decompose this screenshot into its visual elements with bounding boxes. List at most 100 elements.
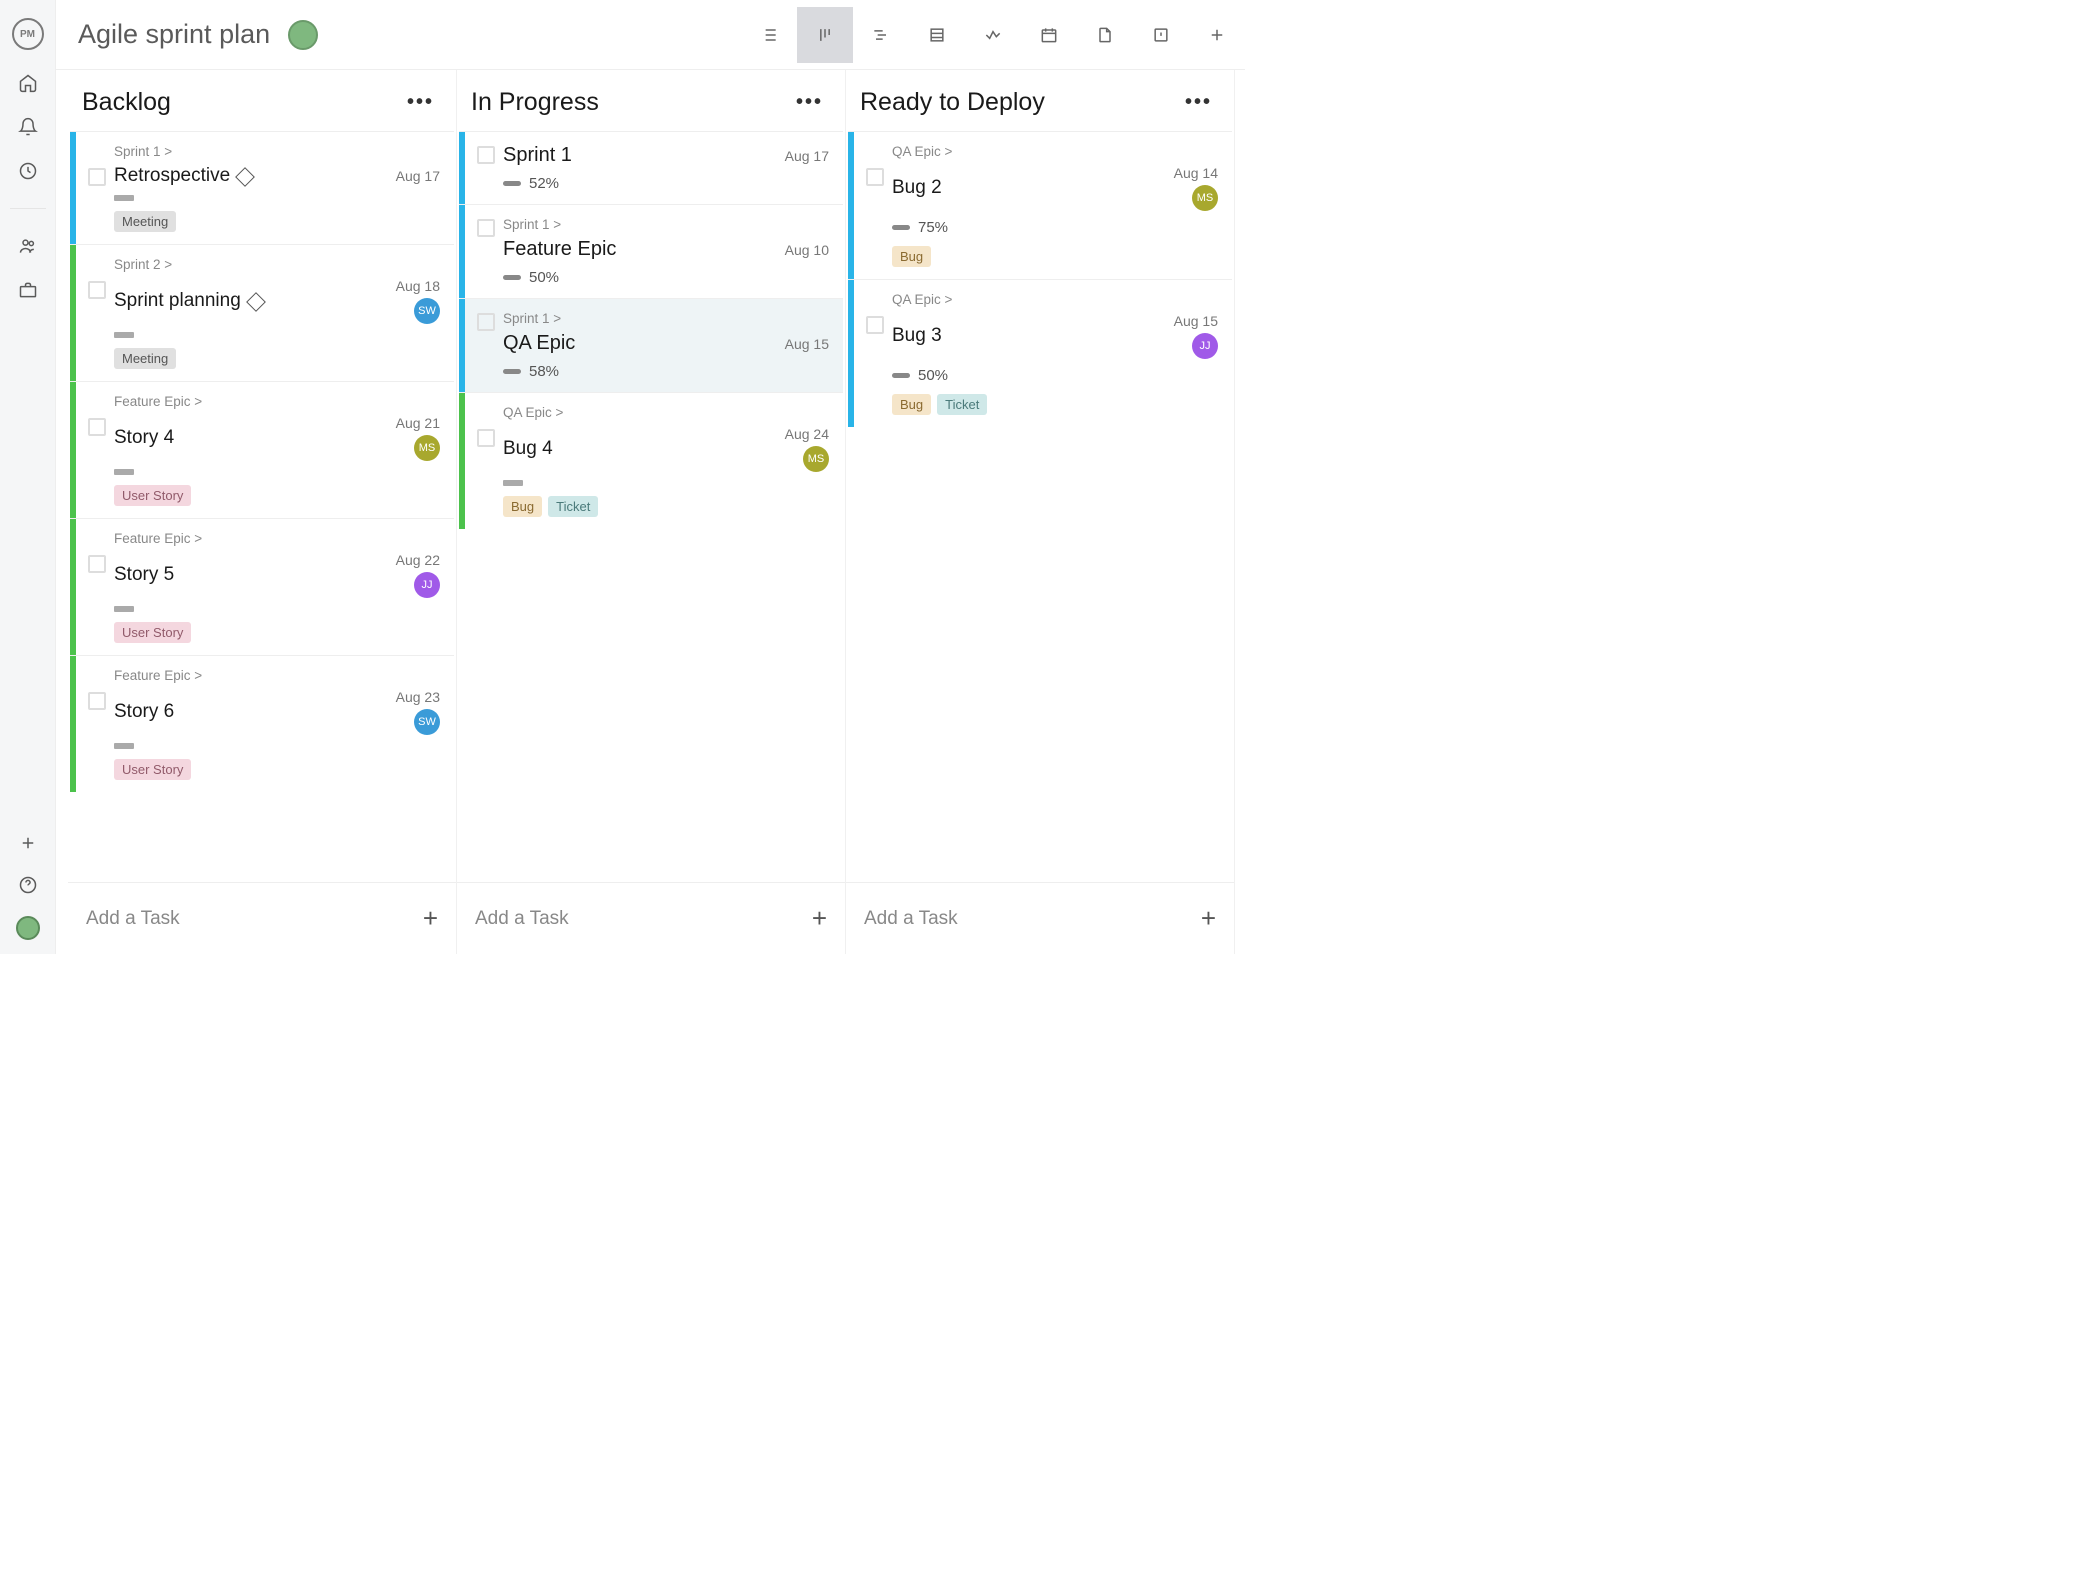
risks-view-icon[interactable] xyxy=(1133,7,1189,63)
task-title: Story 4 xyxy=(114,427,174,449)
task-checkbox[interactable] xyxy=(88,168,106,186)
task-card[interactable]: Sprint 1 >QA EpicAug 1558% xyxy=(459,298,843,392)
tag[interactable]: Ticket xyxy=(937,394,987,415)
task-title: Sprint 1 xyxy=(503,144,572,167)
tag[interactable]: User Story xyxy=(114,759,191,780)
task-card[interactable]: QA Epic >Bug 2Aug 14MS75%Bug xyxy=(848,131,1232,279)
assignee-avatar[interactable]: JJ xyxy=(1192,333,1218,359)
due-date: Aug 15 xyxy=(785,336,829,352)
due-date: Aug 10 xyxy=(785,242,829,258)
priority-bar xyxy=(114,332,134,338)
priority-bar xyxy=(114,469,134,475)
add-task-button[interactable]: Add a Task + xyxy=(68,882,456,954)
user-avatar[interactable] xyxy=(16,916,40,940)
board-view-icon[interactable] xyxy=(797,7,853,63)
progress-bar xyxy=(503,369,521,374)
task-card[interactable]: Sprint 1 >Feature EpicAug 1050% xyxy=(459,204,843,298)
breadcrumb: Sprint 1 > xyxy=(114,144,440,159)
breadcrumb: QA Epic > xyxy=(892,292,1218,307)
task-checkbox[interactable] xyxy=(477,146,495,164)
breadcrumb: Sprint 1 > xyxy=(503,311,829,326)
assignee-avatar[interactable]: SW xyxy=(414,709,440,735)
assignee-avatar[interactable]: MS xyxy=(414,435,440,461)
tag[interactable]: Bug xyxy=(503,496,542,517)
add-task-button[interactable]: Add a Task+ xyxy=(846,882,1234,954)
column-menu[interactable]: ••• xyxy=(407,91,434,114)
progress-percent: 50% xyxy=(529,269,559,286)
add-view-icon[interactable] xyxy=(1189,7,1245,63)
task-card[interactable]: Sprint 2 >Sprint planningAug 18SWMeeting xyxy=(70,244,454,381)
gantt-view-icon[interactable] xyxy=(853,7,909,63)
milestone-icon xyxy=(246,292,266,312)
task-checkbox[interactable] xyxy=(88,555,106,573)
tag[interactable]: User Story xyxy=(114,485,191,506)
briefcase-icon[interactable] xyxy=(17,279,39,301)
add-task-label: Add a Task xyxy=(475,908,569,930)
progress-percent: 75% xyxy=(918,219,948,236)
tag[interactable]: Bug xyxy=(892,246,931,267)
plus-icon: + xyxy=(423,903,438,934)
assignee-avatar[interactable]: SW xyxy=(414,298,440,324)
due-date: Aug 17 xyxy=(396,168,440,184)
task-checkbox[interactable] xyxy=(477,313,495,331)
column: Backlog ••• Sprint 1 > Retrospective Aug 17 M… xyxy=(68,70,457,954)
column: Ready to Deploy•••QA Epic >Bug 2Aug 14MS… xyxy=(846,70,1235,954)
task-card[interactable]: QA Epic >Bug 4Aug 24MSBugTicket xyxy=(459,392,843,529)
topbar: Agile sprint plan xyxy=(56,0,1245,70)
tag[interactable]: Ticket xyxy=(548,496,598,517)
task-checkbox[interactable] xyxy=(88,692,106,710)
add-task-button[interactable]: Add a Task+ xyxy=(457,882,845,954)
team-icon[interactable] xyxy=(17,235,39,257)
tag[interactable]: User Story xyxy=(114,622,191,643)
due-date: Aug 22 xyxy=(396,552,440,568)
tag[interactable]: Meeting xyxy=(114,348,176,369)
tag[interactable]: Meeting xyxy=(114,211,176,232)
task-checkbox[interactable] xyxy=(88,281,106,299)
breadcrumb: QA Epic > xyxy=(503,405,829,420)
add-menu-icon[interactable] xyxy=(17,832,39,854)
logo[interactable]: PM xyxy=(12,18,44,50)
priority-bar xyxy=(114,743,134,749)
task-checkbox[interactable] xyxy=(477,219,495,237)
progress-bar xyxy=(892,373,910,378)
column-title: Backlog xyxy=(82,88,171,117)
dashboard-view-icon[interactable] xyxy=(965,7,1021,63)
assignee-avatar[interactable]: MS xyxy=(1192,185,1218,211)
clock-icon[interactable] xyxy=(17,160,39,182)
page-title: Agile sprint plan xyxy=(78,19,270,50)
task-title: Story 6 xyxy=(114,701,174,723)
breadcrumb: Sprint 2 > xyxy=(114,257,440,272)
task-checkbox[interactable] xyxy=(866,316,884,334)
task-title: Retrospective xyxy=(114,165,230,187)
tag[interactable]: Bug xyxy=(892,394,931,415)
task-card[interactable]: Sprint 1Aug 1752% xyxy=(459,131,843,204)
assignee-avatar[interactable]: JJ xyxy=(414,572,440,598)
project-avatar[interactable] xyxy=(288,20,318,50)
list-view-icon[interactable] xyxy=(741,7,797,63)
task-checkbox[interactable] xyxy=(88,418,106,436)
task-card[interactable]: QA Epic >Bug 3Aug 15JJ50%BugTicket xyxy=(848,279,1232,427)
help-icon[interactable] xyxy=(17,874,39,896)
task-card[interactable]: Sprint 1 > Retrospective Aug 17 Meeting xyxy=(70,131,454,244)
task-checkbox[interactable] xyxy=(477,429,495,447)
bell-icon[interactable] xyxy=(17,116,39,138)
column-menu[interactable]: ••• xyxy=(796,91,823,114)
task-checkbox[interactable] xyxy=(866,168,884,186)
sheet-view-icon[interactable] xyxy=(909,7,965,63)
progress-percent: 58% xyxy=(529,363,559,380)
sidebar: PM xyxy=(0,0,56,954)
task-card[interactable]: Feature Epic >Story 4Aug 21MSUser Story xyxy=(70,381,454,518)
add-task-label: Add a Task xyxy=(864,908,958,930)
column-menu[interactable]: ••• xyxy=(1185,91,1212,114)
divider xyxy=(10,208,46,209)
assignee-avatar[interactable]: MS xyxy=(803,446,829,472)
due-date: Aug 14 xyxy=(1174,165,1218,181)
add-task-label: Add a Task xyxy=(86,908,180,930)
breadcrumb: QA Epic > xyxy=(892,144,1218,159)
files-view-icon[interactable] xyxy=(1077,7,1133,63)
home-icon[interactable] xyxy=(17,72,39,94)
calendar-view-icon[interactable] xyxy=(1021,7,1077,63)
progress-bar xyxy=(503,181,521,186)
task-card[interactable]: Feature Epic >Story 6Aug 23SWUser Story xyxy=(70,655,454,792)
task-card[interactable]: Feature Epic >Story 5Aug 22JJUser Story xyxy=(70,518,454,655)
